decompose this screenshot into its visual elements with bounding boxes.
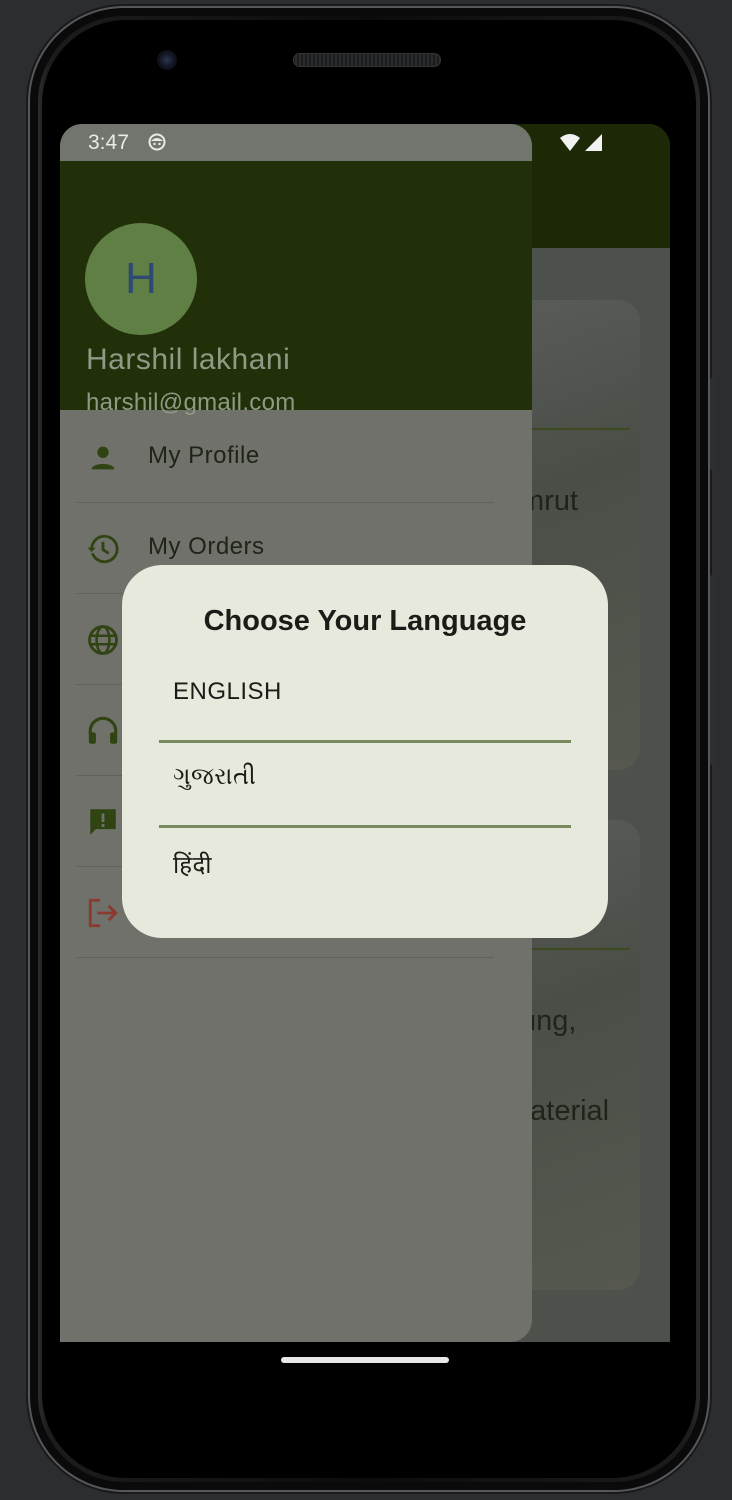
headset-icon	[88, 716, 118, 744]
wifi-icon	[560, 134, 580, 151]
avatar[interactable]: H	[85, 223, 197, 335]
language-option-english[interactable]: ENGLISH	[159, 658, 571, 743]
menu-item-label: My Orders	[148, 533, 265, 560]
language-dialog: Choose Your Language ENGLISH ગુજરાતી हिं…	[122, 565, 608, 938]
power-button	[710, 575, 716, 765]
dialog-title: Choose Your Language	[203, 605, 527, 637]
status-icons	[560, 134, 602, 151]
home-indicator[interactable]	[281, 1357, 449, 1363]
front-camera	[157, 50, 177, 70]
user-name: Harshil lakhani	[86, 343, 291, 376]
menu-divider	[76, 957, 494, 958]
language-option-label: ગુજરાતી	[173, 763, 257, 790]
person-icon	[91, 446, 115, 470]
menu-item-my-profile[interactable]: My Profile	[60, 412, 532, 503]
signal-icon	[585, 134, 602, 151]
notification-icon	[148, 133, 166, 151]
language-option-hindi[interactable]: हिंदी	[159, 828, 571, 913]
feedback-icon	[90, 809, 116, 835]
language-option-label: हिंदी	[173, 852, 212, 879]
volume-button	[710, 378, 716, 470]
globe-icon	[88, 625, 118, 655]
language-option-label: ENGLISH	[173, 678, 282, 705]
history-icon	[87, 534, 119, 564]
menu-item-label: My Profile	[148, 442, 260, 469]
logout-icon	[88, 898, 118, 928]
drawer-header: H Harshil lakhani harshil@gmail.com	[60, 161, 532, 416]
earpiece-speaker	[293, 53, 441, 67]
status-time: 3:47	[88, 131, 129, 154]
language-option-gujarati[interactable]: ગુજરાતી	[159, 743, 571, 828]
status-bar: 3:47	[60, 124, 532, 161]
